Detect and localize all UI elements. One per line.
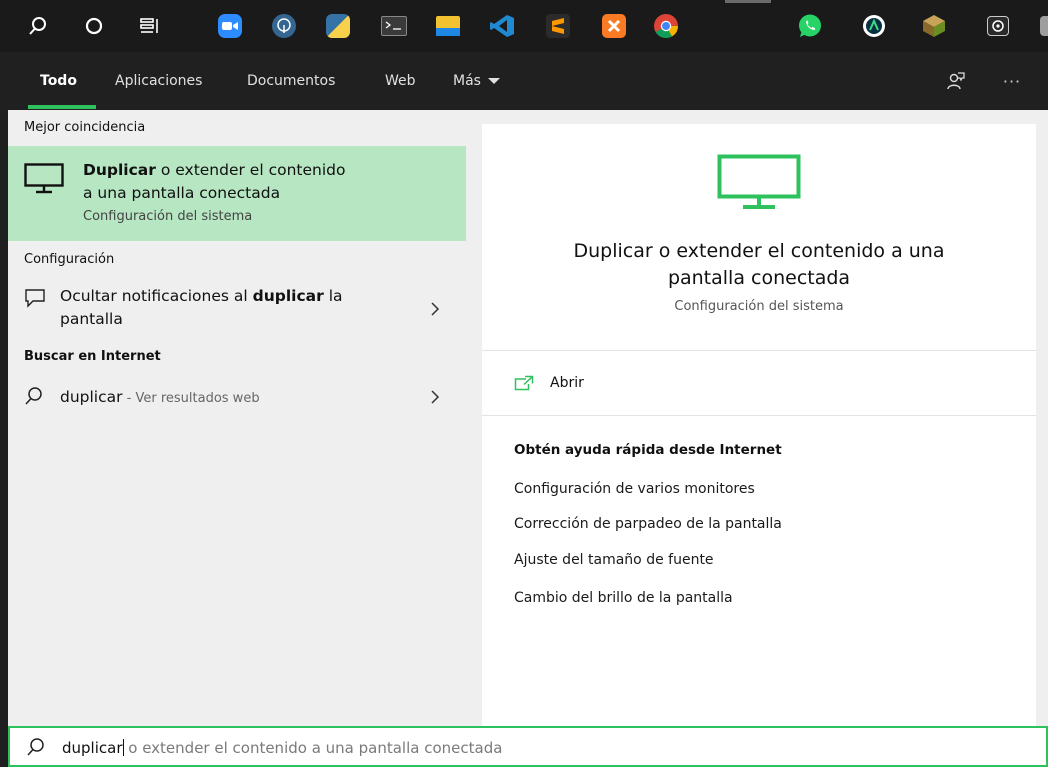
settings-result[interactable]: Ocultar notificaciones al duplicar la pa… — [8, 285, 466, 335]
taskbar-cortana-button[interactable] — [76, 8, 112, 44]
settings-result-prefix: Ocultar notificaciones al — [60, 287, 253, 305]
monitor-icon — [24, 163, 64, 194]
tab-mas-label: Más — [453, 73, 481, 89]
more-options-button[interactable]: ··· — [998, 68, 1026, 94]
android-studio-icon — [863, 15, 885, 37]
taskbar-zoom-button[interactable] — [212, 8, 248, 44]
search-autocomplete: o extender el contenido a una pantalla c… — [123, 739, 503, 757]
best-match-title-highlight: Duplicar — [83, 161, 156, 179]
xampp-icon — [602, 14, 626, 38]
search-icon — [27, 738, 44, 756]
search-typed-text: duplicar — [62, 739, 123, 757]
web-search-suffix: - Ver resultados web — [122, 391, 260, 406]
cortana-icon — [85, 17, 103, 35]
best-match-heading: Mejor coincidencia — [24, 120, 146, 135]
search-header: Todo Aplicaciones Documentos Web Más ··· — [0, 52, 1048, 110]
chevron-right-icon[interactable] — [430, 389, 440, 405]
taskbar-search-button[interactable] — [20, 8, 56, 44]
taskbar-postgresql-button[interactable] — [266, 8, 302, 44]
caret-down-icon — [487, 78, 500, 84]
tab-documentos[interactable]: Documentos — [247, 69, 335, 93]
settings-result-title: Ocultar notificaciones al duplicar la — [60, 285, 343, 308]
taskbar-chrome-button[interactable] — [648, 8, 684, 44]
preview-title: Duplicar o extender el contenido a una p… — [482, 238, 1036, 292]
taskbar — [0, 0, 1048, 52]
package-icon — [923, 15, 945, 37]
feedback-button[interactable] — [942, 68, 970, 94]
search-icon — [29, 17, 46, 35]
feedback-icon — [947, 72, 965, 90]
settings-result-line2: pantalla — [60, 310, 123, 328]
open-label: Abrir — [550, 375, 584, 391]
obs-icon — [987, 16, 1009, 36]
monitor-icon — [717, 154, 801, 209]
search-icon — [25, 387, 42, 405]
chrome-icon — [654, 14, 678, 39]
taskbar-overflow-edge — [1040, 16, 1048, 36]
web-search-result-text: duplicar - Ver resultados web — [60, 386, 260, 409]
taskbar-task-view-button[interactable] — [132, 8, 168, 44]
active-app-indicator — [725, 0, 771, 3]
taskbar-whatsapp-button[interactable] — [792, 8, 828, 44]
preview-title-line1: Duplicar o extender el contenido a una — [573, 240, 945, 262]
notification-icon — [25, 289, 45, 308]
active-tab-indicator — [28, 105, 96, 109]
best-match-title: Duplicar o extender el contenido — [83, 159, 345, 182]
taskbar-python-button[interactable] — [320, 8, 356, 44]
best-match-result[interactable]: Duplicar o extender el contenido a una p… — [8, 146, 466, 241]
taskbar-sublime-button[interactable] — [540, 8, 576, 44]
search-box[interactable]: duplicar o extender el contenido a una p… — [8, 726, 1048, 767]
taskbar-package-button[interactable] — [916, 8, 952, 44]
whatsapp-icon — [799, 14, 821, 37]
help-heading: Obtén ayuda rápida desde Internet — [514, 442, 782, 458]
tab-web[interactable]: Web — [385, 69, 416, 93]
open-icon — [514, 375, 534, 391]
preview-title-line2: pantalla conectada — [667, 267, 851, 289]
taskbar-xampp-button[interactable] — [596, 8, 632, 44]
taskbar-android-studio-button[interactable] — [856, 8, 892, 44]
vscode-icon — [490, 15, 514, 37]
file-explorer-icon — [436, 16, 460, 36]
settings-heading: Configuración — [24, 252, 115, 267]
preview-panel: Duplicar o extender el contenido a una p… — [482, 124, 1036, 726]
help-link-monitors[interactable]: Configuración de varios monitores — [514, 481, 755, 497]
settings-result-suffix: la — [323, 287, 343, 305]
help-link-flicker[interactable]: Corrección de parpadeo de la pantalla — [514, 516, 782, 532]
taskbar-vscode-button[interactable] — [484, 8, 520, 44]
chevron-right-icon[interactable] — [430, 301, 440, 317]
terminal-icon — [381, 16, 407, 36]
tab-aplicaciones[interactable]: Aplicaciones — [115, 69, 202, 93]
web-search-heading: Buscar en Internet — [24, 349, 161, 364]
divider — [482, 415, 1036, 416]
web-search-term: duplicar — [60, 388, 123, 406]
preview-subtitle: Configuración del sistema — [674, 299, 844, 314]
divider — [482, 350, 1036, 351]
python-icon — [326, 14, 350, 38]
tab-todo[interactable]: Todo — [40, 69, 77, 93]
best-match-title-rest: o extender el contenido — [155, 161, 346, 179]
best-match-title-line2: a una pantalla conectada — [83, 184, 281, 202]
open-button[interactable]: Abrir — [514, 372, 584, 394]
results-panel: Mejor coincidencia Duplicar o extender e… — [8, 110, 466, 726]
sublime-text-icon — [546, 14, 570, 38]
zoom-icon — [218, 14, 242, 38]
best-match-subtitle: Configuración del sistema — [83, 209, 253, 224]
web-search-result[interactable]: duplicar - Ver resultados web — [8, 383, 466, 413]
task-view-icon — [140, 18, 158, 33]
search-input[interactable]: duplicar o extender el contenido a una p… — [62, 739, 502, 757]
help-link-font-size[interactable]: Ajuste del tamaño de fuente — [514, 552, 714, 568]
postgresql-icon — [272, 14, 296, 38]
tab-mas[interactable]: Más — [453, 69, 501, 93]
help-link-brightness[interactable]: Cambio del brillo de la pantalla — [514, 590, 733, 606]
taskbar-terminal-button[interactable] — [376, 8, 412, 44]
settings-result-highlight: duplicar — [252, 287, 324, 305]
taskbar-file-explorer-button[interactable] — [430, 8, 466, 44]
taskbar-obs-button[interactable] — [980, 8, 1016, 44]
